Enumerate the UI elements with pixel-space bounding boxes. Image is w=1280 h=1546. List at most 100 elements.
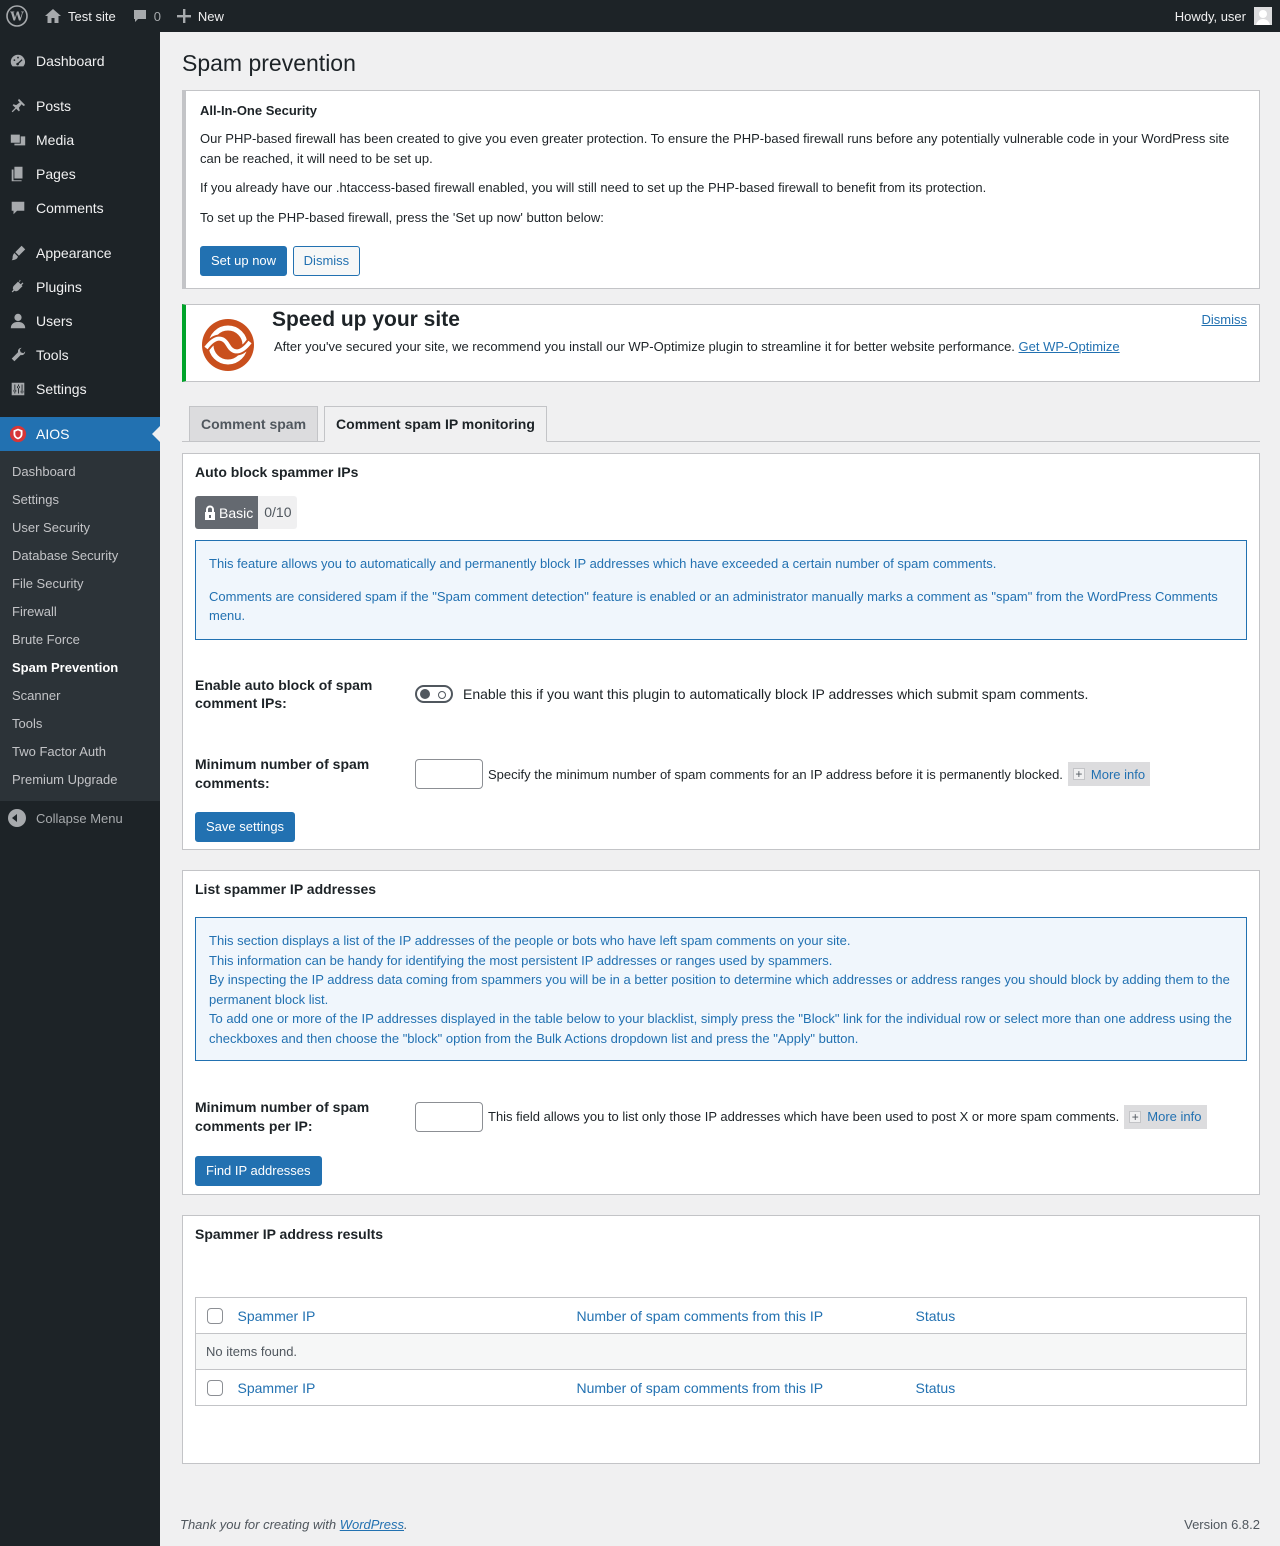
new-content-link[interactable]: New bbox=[169, 0, 232, 32]
menu-label: Posts bbox=[36, 98, 72, 114]
results-box: Spammer IP address results Spammer IP Nu… bbox=[182, 1215, 1260, 1464]
auto-block-box: Auto block spammer IPs Basic 0/10 This f… bbox=[182, 453, 1260, 850]
box-title: Spammer IP address results bbox=[195, 1226, 384, 1242]
column-spammer-ip[interactable]: Spammer IP bbox=[238, 1308, 316, 1324]
table-footer-row: Spammer IP Number of spam comments from … bbox=[196, 1370, 1247, 1406]
menu-dashboard[interactable]: Dashboard bbox=[0, 44, 160, 78]
select-all-checkbox[interactable] bbox=[207, 1308, 223, 1325]
feature-badge: Basic 0/10 bbox=[195, 496, 298, 529]
min-spam-comments-row: Minimum number of spam comments: Specify… bbox=[195, 755, 1247, 793]
menu-label: Plugins bbox=[36, 279, 82, 295]
more-info-toggle[interactable]: + More info bbox=[1124, 1104, 1207, 1129]
get-wp-optimize-link[interactable]: Get WP-Optimize bbox=[1019, 339, 1120, 354]
select-all-checkbox-footer[interactable] bbox=[207, 1380, 223, 1397]
wp-optimize-logo-icon bbox=[202, 319, 254, 371]
svg-text:W: W bbox=[9, 10, 24, 24]
menu-settings[interactable]: Settings bbox=[0, 372, 160, 406]
media-icon bbox=[8, 130, 28, 150]
menu-tools[interactable]: Tools bbox=[0, 338, 160, 372]
field-label: Minimum number of spam comments: bbox=[195, 756, 370, 792]
save-settings-button[interactable]: Save settings bbox=[195, 812, 296, 843]
column-spam-count[interactable]: Number of spam comments from this IP bbox=[577, 1308, 824, 1324]
plus-icon bbox=[176, 9, 191, 23]
footer-version: Version 6.8.2 bbox=[1184, 1517, 1260, 1532]
aios-submenu: Dashboard Settings User Security Databas… bbox=[0, 451, 160, 801]
info-text: By inspecting the IP address data coming… bbox=[209, 972, 1230, 1007]
collapse-label: Collapse Menu bbox=[36, 810, 123, 826]
menu-posts[interactable]: Posts bbox=[0, 89, 160, 123]
column-status[interactable]: Status bbox=[916, 1380, 956, 1396]
set-up-now-button[interactable]: Set up now bbox=[200, 246, 288, 276]
menu-appearance[interactable]: Appearance bbox=[0, 236, 160, 270]
admin-bar: W Test site 0 New Howdy, user bbox=[0, 0, 1280, 32]
tab-bar: Comment spam Comment spam IP monitoring bbox=[182, 406, 1260, 442]
min-spam-per-ip-input[interactable] bbox=[415, 1101, 483, 1132]
column-status[interactable]: Status bbox=[916, 1308, 956, 1324]
notice-text: If you already have our .htaccess-based … bbox=[200, 180, 987, 195]
menu-media[interactable]: Media bbox=[0, 123, 160, 157]
menu-plugins[interactable]: Plugins bbox=[0, 270, 160, 304]
no-items-text: No items found. bbox=[195, 1333, 1247, 1370]
field-description: This field allows you to list only those… bbox=[488, 1109, 1120, 1125]
more-info-toggle[interactable]: + More info bbox=[1067, 762, 1151, 787]
site-name-link[interactable]: Test site bbox=[36, 0, 124, 32]
submenu-premium-upgrade[interactable]: Premium Upgrade bbox=[0, 766, 160, 794]
spammer-ip-table: Spammer IP Number of spam comments from … bbox=[195, 1297, 1247, 1406]
menu-users[interactable]: Users bbox=[0, 304, 160, 338]
comments-link[interactable]: 0 bbox=[124, 0, 169, 32]
collapse-arrow-icon bbox=[8, 809, 26, 827]
field-description: Specify the minimum number of spam comme… bbox=[488, 766, 1063, 782]
submenu-brute-force[interactable]: Brute Force bbox=[0, 626, 160, 654]
box-title: List spammer IP addresses bbox=[195, 881, 377, 897]
column-spammer-ip[interactable]: Spammer IP bbox=[238, 1380, 316, 1396]
field-description: Enable this if you want this plugin to a… bbox=[463, 686, 1089, 703]
menu-label: Tools bbox=[36, 347, 69, 363]
feature-info-box: This feature allows you to automatically… bbox=[195, 540, 1247, 640]
main-content: Spam prevention All-In-One Security Our … bbox=[182, 32, 1260, 1484]
enable-auto-block-row: Enable auto block of spam comment IPs: E… bbox=[195, 676, 1247, 714]
info-text: This information can be handy for identi… bbox=[209, 952, 833, 968]
menu-label: Users bbox=[36, 313, 73, 329]
submenu-file-security[interactable]: File Security bbox=[0, 570, 160, 598]
min-spam-per-ip-row: Minimum number of spam comments per IP: … bbox=[195, 1098, 1247, 1136]
submenu-scanner[interactable]: Scanner bbox=[0, 682, 160, 710]
my-account[interactable]: Howdy, user bbox=[1175, 7, 1280, 25]
tab-comment-spam[interactable]: Comment spam bbox=[189, 406, 319, 442]
enable-auto-block-toggle[interactable] bbox=[415, 685, 453, 704]
notice-text: Our PHP-based firewall has been created … bbox=[200, 131, 1230, 166]
submenu-database-security[interactable]: Database Security bbox=[0, 542, 160, 570]
menu-aios[interactable]: AIOS bbox=[0, 417, 160, 451]
collapse-menu-button[interactable]: Collapse Menu bbox=[0, 801, 160, 835]
submenu-user-security[interactable]: User Security bbox=[0, 514, 160, 542]
field-label: Enable auto block of spam comment IPs: bbox=[195, 676, 373, 712]
menu-label: Media bbox=[36, 132, 75, 148]
menu-label: Comments bbox=[36, 200, 104, 216]
menu-label: Appearance bbox=[36, 245, 112, 261]
wordpress-logo-button[interactable]: W bbox=[0, 0, 36, 32]
wordpress-link[interactable]: WordPress bbox=[340, 1517, 404, 1532]
submenu-settings[interactable]: Settings bbox=[0, 486, 160, 514]
dismiss-button[interactable]: Dismiss bbox=[292, 246, 361, 276]
menu-label: Dashboard bbox=[36, 53, 105, 69]
submenu-dashboard[interactable]: Dashboard bbox=[0, 458, 160, 486]
min-spam-comments-input[interactable] bbox=[415, 759, 483, 790]
user-icon bbox=[8, 311, 28, 331]
tab-comment-spam-ip-monitoring[interactable]: Comment spam IP monitoring bbox=[324, 406, 547, 442]
howdy-text: Howdy, user bbox=[1174, 8, 1246, 24]
find-ip-addresses-button[interactable]: Find IP addresses bbox=[195, 1155, 322, 1186]
badge-score: 0/10 bbox=[258, 496, 298, 529]
menu-pages[interactable]: Pages bbox=[0, 157, 160, 191]
comments-count: 0 bbox=[153, 8, 161, 24]
info-text: This feature allows you to automatically… bbox=[209, 556, 997, 571]
dismiss-link[interactable]: Dismiss bbox=[1202, 312, 1248, 327]
submenu-firewall[interactable]: Firewall bbox=[0, 598, 160, 626]
column-spam-count[interactable]: Number of spam comments from this IP bbox=[577, 1380, 824, 1396]
submenu-tools[interactable]: Tools bbox=[0, 710, 160, 738]
aios-shield-icon bbox=[8, 424, 28, 444]
notice-title: All-In-One Security bbox=[200, 103, 318, 118]
new-label: New bbox=[197, 8, 224, 24]
submenu-spam-prevention[interactable]: Spam Prevention bbox=[0, 654, 160, 682]
menu-comments[interactable]: Comments bbox=[0, 191, 160, 225]
submenu-two-factor-auth[interactable]: Two Factor Auth bbox=[0, 738, 160, 766]
badge-level: Basic bbox=[195, 496, 259, 529]
